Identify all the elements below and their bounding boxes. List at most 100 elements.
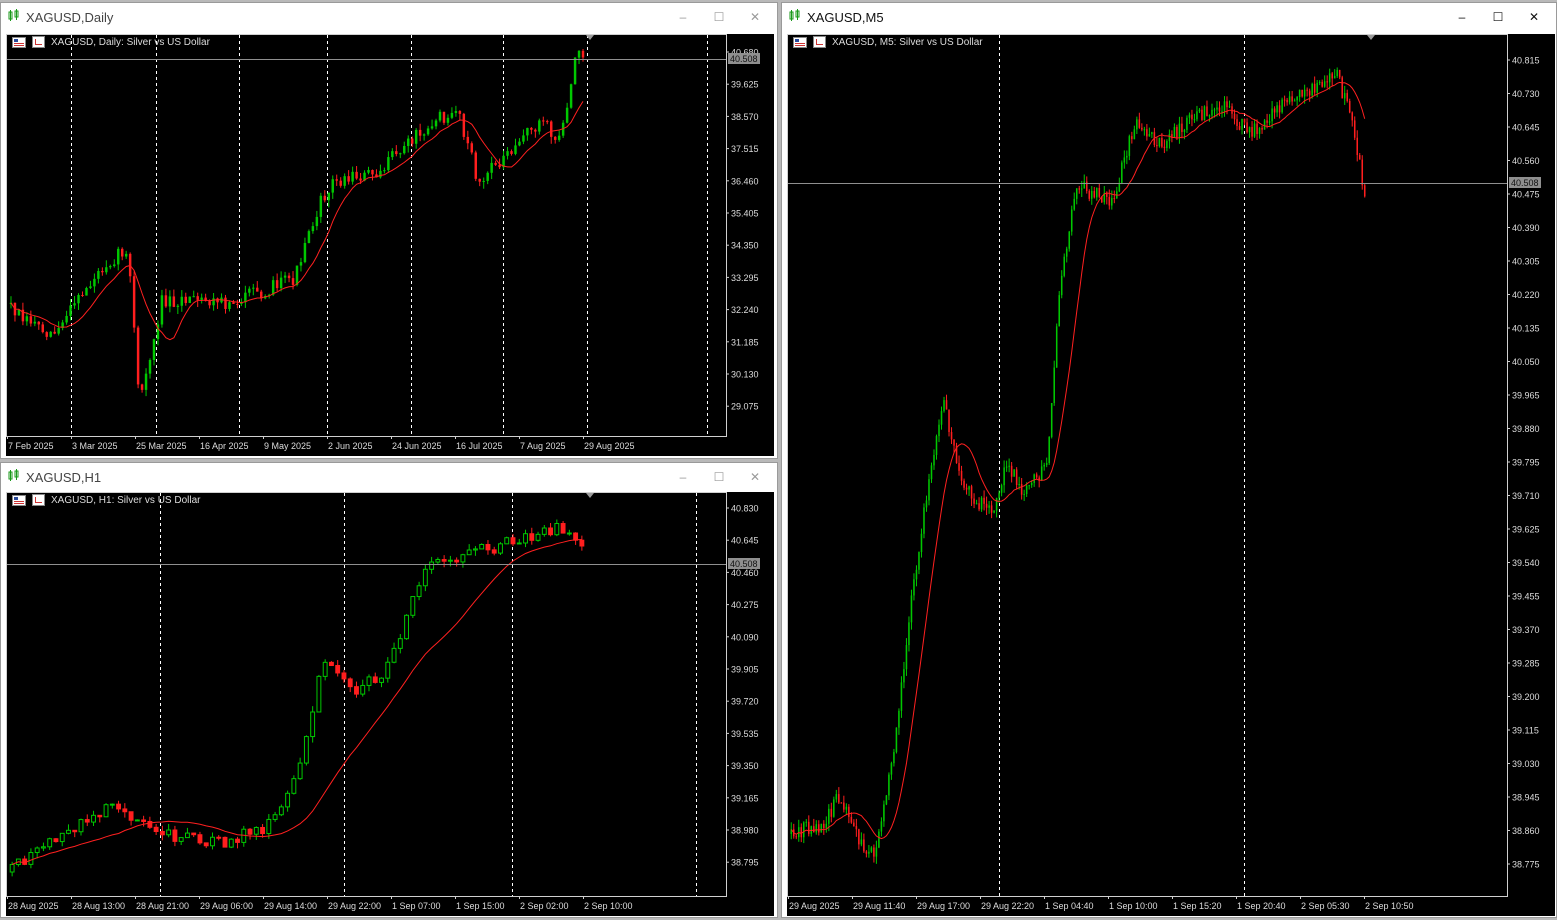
price-chart[interactable]: XAGUSD, H1: Silver vs US Dollar 40.830 40… <box>6 492 774 916</box>
candle-body <box>1278 105 1281 113</box>
candle-body <box>347 678 353 688</box>
symbol-flag-icon <box>793 36 807 48</box>
candle-body <box>553 136 557 140</box>
maximize-button[interactable]: ☐ <box>701 463 737 491</box>
chart-shift-marker <box>1367 35 1375 40</box>
candle-body <box>1203 106 1206 121</box>
current-price-label: 40.508 <box>730 54 758 64</box>
window-titlebar[interactable]: XAGUSD,Daily – ☐ ✕ <box>1 3 777 31</box>
candle-body <box>530 127 533 130</box>
time-axis-label: 29 Aug 06:00 <box>200 901 253 911</box>
candle-body <box>885 795 888 805</box>
candle-body <box>109 266 112 268</box>
candle-body <box>1266 120 1268 123</box>
candle-body <box>1096 187 1098 198</box>
candle-body <box>1181 123 1183 132</box>
time-axis-label: 2 Sep 10:00 <box>584 901 633 911</box>
candle-body <box>1296 97 1298 101</box>
candle-body <box>311 226 315 232</box>
candle-body <box>958 463 960 471</box>
candle-body <box>516 542 522 545</box>
minimize-button[interactable]: – <box>1444 3 1480 31</box>
price-axis-label: 40.220 <box>1512 290 1540 300</box>
price-chart[interactable]: XAGUSD, M5: Silver vs US Dollar 40.815 40… <box>787 34 1555 916</box>
candle-body <box>1241 118 1243 130</box>
chart-window-h1[interactable]: XAGUSD,H1 – ☐ ✕ XAGUSD, H1: Silver vs US… <box>0 462 778 918</box>
candle-body <box>1343 93 1346 99</box>
candle-body <box>166 829 172 836</box>
candle-body <box>1133 129 1136 140</box>
time-axis-label: 2 Sep 02:00 <box>520 901 569 911</box>
candle-body <box>113 264 116 267</box>
candle-body <box>1070 209 1073 232</box>
candle-body <box>406 138 410 146</box>
price-axis-label: 38.570 <box>731 112 759 122</box>
minimize-button[interactable]: – <box>665 3 701 31</box>
candle-body <box>307 231 311 243</box>
chart-bars-icon <box>7 9 20 25</box>
candle-body <box>470 143 474 153</box>
candle-body <box>535 533 541 541</box>
window-titlebar[interactable]: XAGUSD,M5 – ☐ ✕ <box>782 3 1556 31</box>
price-axis-label: 39.030 <box>1512 759 1540 769</box>
candle-body <box>34 847 40 854</box>
candle-body <box>485 544 491 551</box>
candle-body <box>192 296 195 298</box>
candle-body <box>557 135 561 140</box>
symbol-flag-icon <box>12 494 26 506</box>
candle-body <box>504 537 510 545</box>
candle-body <box>49 331 52 337</box>
candle-body <box>835 794 838 800</box>
chart-window-daily[interactable]: XAGUSD,Daily – ☐ ✕ XAGUSD, Daily: Silver… <box>0 2 778 459</box>
maximize-button[interactable]: ☐ <box>701 3 737 31</box>
candle-body <box>925 500 928 508</box>
candle-body <box>212 298 215 306</box>
candle-body <box>1111 198 1113 206</box>
candle-body <box>1201 109 1203 121</box>
candle-body <box>1268 121 1271 123</box>
candle-body <box>900 682 903 711</box>
candle-body <box>1013 469 1015 477</box>
candle-body <box>820 823 823 833</box>
candle-body <box>1206 106 1208 116</box>
candle-body <box>542 120 545 122</box>
candle-body <box>232 302 235 304</box>
candle-body <box>216 836 222 839</box>
candle-body <box>53 331 56 334</box>
symbol-flag-icon <box>12 36 26 48</box>
price-axis-label: 38.980 <box>731 826 759 836</box>
close-button[interactable]: ✕ <box>737 463 773 491</box>
candle-body <box>1118 183 1121 192</box>
candle-body <box>366 676 372 686</box>
candle-body <box>581 50 585 58</box>
candle-body <box>303 736 309 764</box>
minimize-button[interactable]: – <box>665 463 701 491</box>
close-button[interactable]: ✕ <box>737 3 773 31</box>
maximize-button[interactable]: ☐ <box>1480 3 1516 31</box>
candle-body <box>416 585 422 598</box>
candle-body <box>888 774 890 796</box>
candle-body <box>1005 466 1008 468</box>
candle-body <box>913 579 915 596</box>
candle-body <box>808 821 810 834</box>
candle-body <box>550 121 553 137</box>
window-titlebar[interactable]: XAGUSD,H1 – ☐ ✕ <box>1 463 777 491</box>
candle-body <box>494 162 497 165</box>
close-icon: ✕ <box>1528 10 1540 24</box>
chart-window-m5[interactable]: XAGUSD,M5 – ☐ ✕ XAGUSD, M5: Silver vs US… <box>781 2 1557 918</box>
price-axis-label: 39.350 <box>731 761 759 771</box>
candle-body <box>25 316 29 322</box>
candle-body <box>1313 83 1316 93</box>
candle-body <box>40 846 46 849</box>
candle-body <box>945 400 948 410</box>
close-button[interactable]: ✕ <box>1516 3 1552 31</box>
candle-body <box>1131 136 1133 140</box>
candle-body <box>1288 96 1291 103</box>
candle-body <box>940 411 943 425</box>
candle-body <box>875 847 878 857</box>
candle-body <box>953 439 955 446</box>
candle-body <box>1328 73 1331 83</box>
candle-body <box>310 711 316 738</box>
candle-body <box>1108 196 1111 206</box>
price-chart[interactable]: XAGUSD, Daily: Silver vs US Dollar 40.68… <box>6 34 774 456</box>
